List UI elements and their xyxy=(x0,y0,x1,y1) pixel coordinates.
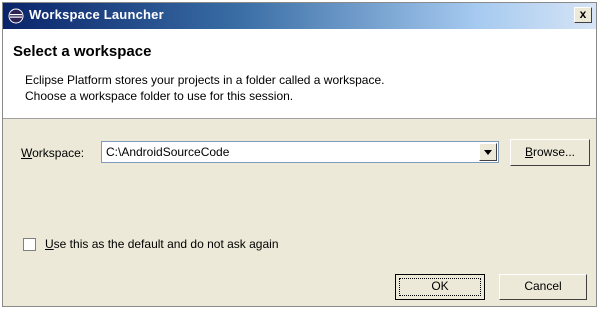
eclipse-icon xyxy=(8,8,24,24)
close-button[interactable]: x xyxy=(574,7,592,23)
workspace-label: Workspace: xyxy=(21,146,85,160)
cancel-button[interactable]: Cancel xyxy=(499,274,587,300)
default-checkbox[interactable] xyxy=(23,238,36,251)
header-description: Eclipse Platform stores your projects in… xyxy=(25,72,385,104)
workspace-path-input[interactable]: C:\AndroidSourceCode xyxy=(106,145,229,159)
default-checkbox-label[interactable]: Use this as the default and do not ask a… xyxy=(45,237,279,251)
browse-button[interactable]: Browse... xyxy=(510,139,590,166)
workspace-combo[interactable]: C:\AndroidSourceCode xyxy=(101,141,499,163)
title-bar[interactable]: Workspace Launcher x xyxy=(3,3,596,29)
description-line: Eclipse Platform stores your projects in… xyxy=(25,73,385,87)
dialog-header: Select a workspace Eclipse Platform stor… xyxy=(3,29,596,119)
window-title: Workspace Launcher xyxy=(29,7,164,22)
ok-button[interactable]: OK xyxy=(395,274,485,300)
description-line: Choose a workspace folder to use for thi… xyxy=(25,89,294,103)
workspace-label-rest: orkspace: xyxy=(32,146,85,160)
workspace-launcher-dialog: Workspace Launcher x Select a workspace … xyxy=(2,2,597,307)
chevron-down-icon[interactable] xyxy=(479,143,497,161)
page-title: Select a workspace xyxy=(13,43,152,60)
